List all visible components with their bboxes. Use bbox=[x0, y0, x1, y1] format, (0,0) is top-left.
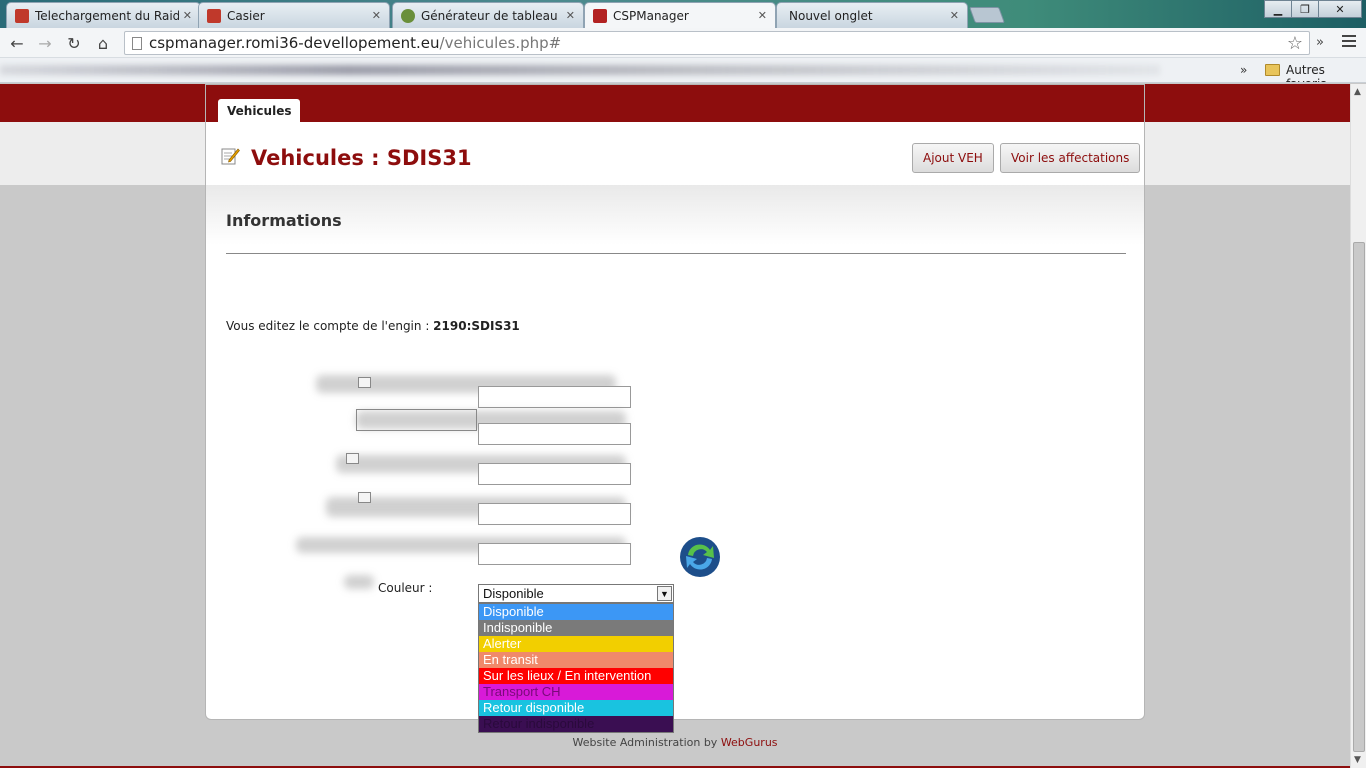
view-assignments-button[interactable]: Voir les affectations bbox=[1000, 143, 1141, 173]
close-icon[interactable]: ✕ bbox=[566, 9, 575, 22]
form-field-2[interactable] bbox=[478, 423, 631, 445]
tab-label: Nouvel onglet bbox=[789, 8, 873, 23]
select-value: Disponible bbox=[483, 586, 544, 601]
folder-icon bbox=[1265, 64, 1280, 76]
image-placeholder bbox=[356, 409, 477, 431]
bookmarks-chevron-icon[interactable]: » bbox=[1240, 63, 1247, 77]
new-tab-button[interactable] bbox=[969, 7, 1005, 23]
card-top-bar bbox=[206, 85, 1144, 122]
page-icon bbox=[132, 37, 142, 50]
page-title: Vehicules : SDIS31 bbox=[251, 146, 472, 170]
close-icon[interactable]: ✕ bbox=[372, 9, 381, 22]
bookmarks-bar: » Autres favoris bbox=[0, 58, 1366, 83]
tab-telechargement[interactable]: Telechargement du Raidc ✕ bbox=[6, 2, 201, 28]
tab-label: Casier bbox=[227, 8, 265, 23]
window-controls: ▁ ❐ ✕ bbox=[1264, 0, 1362, 18]
divider bbox=[226, 253, 1126, 254]
couleur-option[interactable]: Sur les lieux / En intervention bbox=[479, 668, 673, 684]
scroll-down-icon[interactable]: ▼ bbox=[1354, 755, 1361, 765]
section-title: Informations bbox=[226, 211, 342, 230]
back-icon[interactable]: ← bbox=[6, 32, 28, 54]
minimize-button[interactable]: ▁ bbox=[1264, 0, 1292, 18]
couleur-option[interactable]: En transit bbox=[479, 652, 673, 668]
couleur-select[interactable]: Disponible ▼ bbox=[478, 584, 674, 603]
browser-toolbar: ← → ↻ ⌂ cspmanager.romi36-devellopement.… bbox=[0, 28, 1366, 58]
other-bookmarks-folder[interactable]: Autres favoris bbox=[1286, 63, 1366, 82]
menu-icon[interactable] bbox=[1342, 35, 1356, 50]
couleur-option[interactable]: Disponible bbox=[479, 604, 673, 620]
scrollbar[interactable]: ▲ ▼ bbox=[1350, 84, 1366, 768]
scrollbar-thumb[interactable] bbox=[1353, 242, 1365, 752]
close-icon[interactable]: ✕ bbox=[758, 9, 767, 22]
bookmark-star-icon[interactable]: ☆ bbox=[1287, 33, 1303, 54]
url-host: cspmanager.romi36-devellopement.eu bbox=[149, 34, 440, 52]
couleur-dropdown-list: Disponible Indisponible Alerter En transit S… bbox=[478, 603, 674, 733]
form-field-5[interactable] bbox=[478, 543, 631, 565]
web-page: Vehicules Vehicules : SDIS31 Ajout VEH V… bbox=[0, 84, 1350, 768]
couleur-label: Couleur : bbox=[378, 581, 433, 595]
form-field-4[interactable] bbox=[478, 503, 631, 525]
section-header-bg bbox=[206, 185, 1144, 245]
redacted-bookmarks bbox=[0, 65, 1160, 75]
info-prefix: Vous editez le compte de l'engin : bbox=[226, 319, 434, 333]
couleur-option[interactable]: Alerter bbox=[479, 636, 673, 652]
home-icon[interactable]: ⌂ bbox=[92, 32, 114, 54]
scroll-up-icon[interactable]: ▲ bbox=[1354, 87, 1361, 97]
tab-casier[interactable]: Casier ✕ bbox=[198, 2, 390, 28]
refresh-icon[interactable] bbox=[678, 535, 722, 579]
couleur-option[interactable]: Transport CH bbox=[479, 684, 673, 700]
page-header: Vehicules : SDIS31 Ajout VEH Voir les af… bbox=[206, 122, 1144, 185]
field-icon bbox=[358, 492, 371, 503]
android-icon bbox=[401, 8, 415, 23]
tab-nouvel-onglet[interactable]: Nouvel onglet ✕ bbox=[776, 2, 968, 28]
add-vehicle-button[interactable]: Ajout VEH bbox=[912, 143, 994, 173]
close-window-button[interactable]: ✕ bbox=[1318, 0, 1362, 18]
couleur-option[interactable]: Retour indisponible bbox=[479, 716, 673, 732]
info-line: Vous editez le compte de l'engin : 2190:… bbox=[226, 319, 520, 333]
close-icon[interactable]: ✕ bbox=[950, 9, 959, 22]
extensions-chevron-icon[interactable]: » bbox=[1316, 35, 1324, 50]
content-card: Vehicules Vehicules : SDIS31 Ajout VEH V… bbox=[205, 84, 1145, 720]
tab-label: CSPManager bbox=[613, 8, 689, 23]
restore-button[interactable]: ❐ bbox=[1291, 0, 1319, 18]
truck-icon bbox=[15, 8, 29, 23]
tab-label: Telechargement du Raidc bbox=[35, 8, 179, 23]
browser-tab-strip: Telechargement du Raidc ✕ Casier ✕ Génér… bbox=[0, 0, 1366, 28]
reload-icon[interactable]: ↻ bbox=[63, 32, 85, 54]
url-path: /vehicules.php# bbox=[439, 34, 562, 52]
chevron-down-icon[interactable]: ▼ bbox=[657, 586, 672, 601]
tab-generateur[interactable]: Générateur de tableau ✕ bbox=[392, 2, 584, 28]
footer: Website Administration by WebGurus bbox=[0, 736, 1350, 749]
field-icon bbox=[358, 377, 371, 388]
truck-icon bbox=[207, 8, 221, 23]
form-field-1[interactable] bbox=[478, 386, 631, 408]
cspmanager-icon bbox=[593, 8, 607, 23]
form-field-3[interactable] bbox=[478, 463, 631, 485]
address-bar[interactable]: cspmanager.romi36-devellopement.eu/vehic… bbox=[124, 31, 1310, 55]
footer-text: Website Administration by bbox=[572, 736, 721, 749]
vehicle-id: 2190:SDIS31 bbox=[433, 319, 520, 333]
redacted-icon bbox=[344, 575, 374, 589]
tab-vehicules[interactable]: Vehicules bbox=[218, 99, 301, 123]
close-icon[interactable]: ✕ bbox=[183, 9, 192, 22]
forward-icon[interactable]: → bbox=[34, 32, 56, 54]
tab-label: Générateur de tableau bbox=[421, 8, 558, 23]
couleur-option[interactable]: Indisponible bbox=[479, 620, 673, 636]
field-icon bbox=[346, 453, 359, 464]
footer-link[interactable]: WebGurus bbox=[721, 736, 778, 749]
couleur-option[interactable]: Retour disponible bbox=[479, 700, 673, 716]
edit-icon bbox=[221, 148, 240, 165]
tab-cspmanager[interactable]: CSPManager ✕ bbox=[584, 2, 776, 28]
